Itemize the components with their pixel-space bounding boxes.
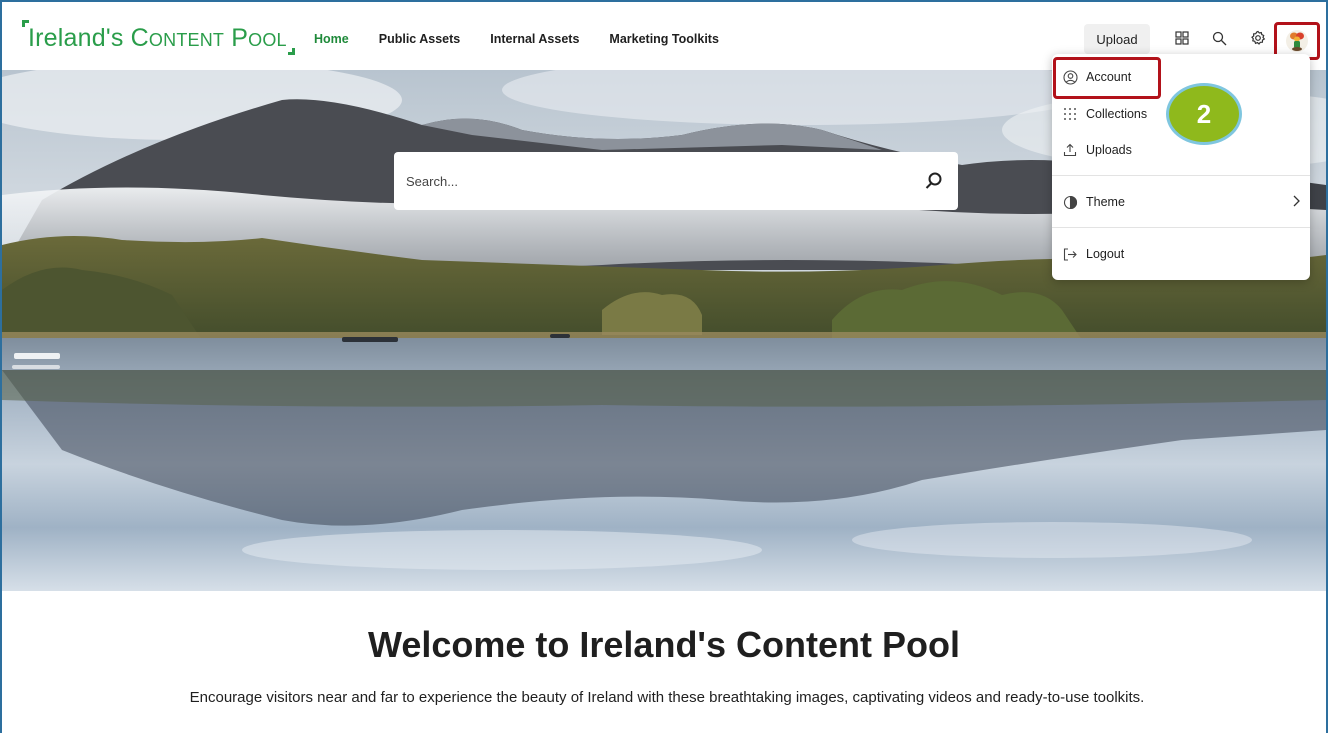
nav-marketing-toolkits[interactable]: Marketing Toolkits bbox=[609, 32, 719, 46]
search-box bbox=[394, 152, 958, 210]
nav-home[interactable]: Home bbox=[314, 32, 349, 46]
logout-icon bbox=[1062, 246, 1078, 262]
logo-text-main: Ireland's bbox=[28, 24, 124, 52]
dots-grid-icon bbox=[1062, 106, 1078, 122]
theme-icon bbox=[1062, 194, 1078, 210]
logo-bracket-bottom-right bbox=[287, 48, 295, 55]
menu-item-label: Theme bbox=[1086, 195, 1125, 209]
site-logo[interactable]: Ireland's Content Pool bbox=[22, 20, 295, 55]
gear-icon[interactable] bbox=[1248, 28, 1268, 48]
step-badge: 2 bbox=[1166, 83, 1242, 145]
logo-text-smallcaps: Content Pool bbox=[130, 24, 287, 52]
menu-item-label: Logout bbox=[1086, 247, 1125, 261]
menu-item-uploads[interactable]: Uploads bbox=[1062, 137, 1132, 163]
upload-button[interactable]: Upload bbox=[1084, 24, 1150, 54]
menu-item-theme[interactable]: Theme bbox=[1062, 189, 1300, 215]
chevron-right-icon bbox=[1292, 195, 1300, 210]
nav-internal-assets[interactable]: Internal Assets bbox=[490, 32, 579, 46]
main-nav: Home Public Assets Internal Assets Marke… bbox=[314, 32, 749, 46]
avatar bbox=[1286, 30, 1308, 52]
menu-item-label: Uploads bbox=[1086, 143, 1132, 157]
grid-icon[interactable] bbox=[1172, 28, 1192, 48]
search-submit-icon[interactable] bbox=[924, 171, 944, 191]
search-input[interactable] bbox=[406, 173, 906, 189]
search-icon[interactable] bbox=[1209, 28, 1229, 48]
welcome-title: Welcome to Ireland's Content Pool bbox=[368, 624, 960, 665]
nav-public-assets[interactable]: Public Assets bbox=[379, 32, 461, 46]
menu-divider bbox=[1052, 175, 1310, 176]
account-highlight-box bbox=[1053, 57, 1161, 99]
welcome-subtitle: Encourage visitors near and far to exper… bbox=[189, 689, 1145, 706]
app-frame: Ireland's Content Pool Home Public Asset… bbox=[0, 0, 1328, 733]
logo-bracket-top-left bbox=[22, 20, 29, 27]
upload-icon bbox=[1062, 142, 1078, 158]
menu-divider bbox=[1052, 227, 1310, 228]
menu-item-label: Collections bbox=[1086, 107, 1148, 121]
menu-item-logout[interactable]: Logout bbox=[1062, 241, 1124, 267]
menu-item-collections[interactable]: Collections bbox=[1062, 101, 1147, 127]
